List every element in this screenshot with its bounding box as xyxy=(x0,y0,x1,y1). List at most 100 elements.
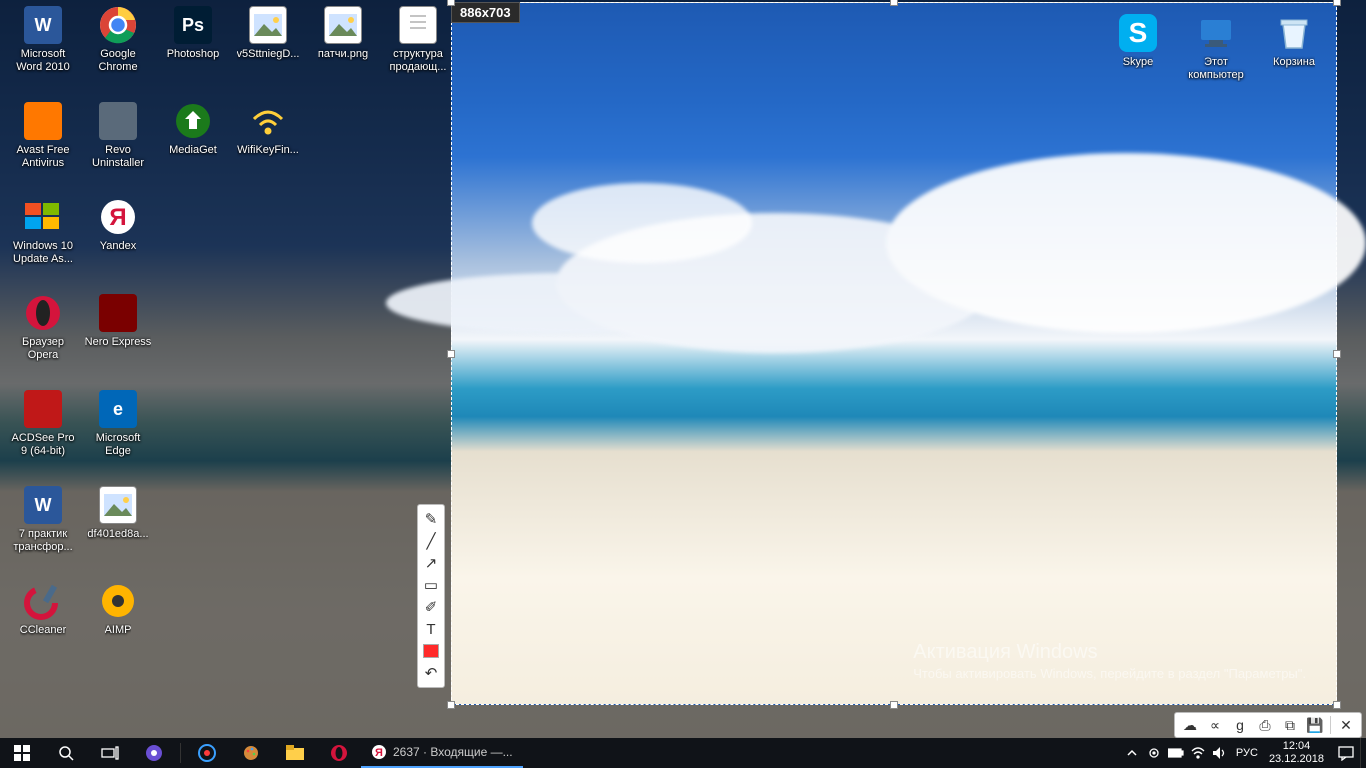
desktop-icon[interactable]: WifiKeyFin... xyxy=(231,100,305,157)
print-icon[interactable]: ⎙ xyxy=(1253,715,1277,735)
icon-label: Этот компьютер xyxy=(1180,56,1252,82)
taskbar-app-yandex[interactable] xyxy=(185,738,229,768)
icon-label: Браузер Opera xyxy=(7,336,79,362)
screenshot-action-bar: ☁∝g⎙⧉💾 ✕ xyxy=(1174,712,1362,738)
icon-label: патчи.png xyxy=(318,48,368,61)
taskbar-app-opera[interactable] xyxy=(317,738,361,768)
desktop-icon[interactable]: Nero Express xyxy=(81,292,155,349)
color-swatch[interactable] xyxy=(419,640,443,662)
close-icon[interactable]: ✕ xyxy=(1334,715,1358,735)
desktop-icon[interactable]: структура продающ... xyxy=(381,4,455,74)
icon-label: MediaGet xyxy=(169,144,217,157)
app-icon xyxy=(247,4,289,46)
app-icon xyxy=(97,100,139,142)
undo-icon[interactable]: ↶ xyxy=(419,662,443,684)
taskbar-app-browser-active[interactable]: Я 2637 · Входящие —... xyxy=(361,738,523,768)
desktop-icon[interactable]: Avast Free Antivirus xyxy=(6,100,80,170)
icon-label: 7 практик трансфор... xyxy=(7,528,79,554)
arrow-tool-icon[interactable]: ↗ xyxy=(419,552,443,574)
desktop-icon[interactable]: Я Yandex xyxy=(81,196,155,253)
desktop-icon[interactable]: Браузер Opera xyxy=(6,292,80,362)
app-icon: e xyxy=(97,388,139,430)
desktop-icon[interactable]: Google Chrome xyxy=(81,4,155,74)
icon-label: Windows 10 Update As... xyxy=(7,240,79,266)
desktop-icon[interactable]: Этот компьютер xyxy=(1178,12,1254,82)
resize-handle[interactable] xyxy=(890,0,898,6)
icon-label: Photoshop xyxy=(167,48,220,61)
desktop-icon[interactable]: патчи.png xyxy=(306,4,380,61)
app-icon: W xyxy=(22,4,64,46)
app-icon xyxy=(322,4,364,46)
rect-tool-icon[interactable]: ▭ xyxy=(419,574,443,596)
resize-handle[interactable] xyxy=(447,0,455,6)
desktop-icon[interactable]: AIMP xyxy=(81,580,155,637)
desktop-icon[interactable]: ACDSee Pro 9 (64-bit) xyxy=(6,388,80,458)
app-icon xyxy=(22,580,64,622)
resize-handle[interactable] xyxy=(1333,350,1341,358)
tray-wifi-icon[interactable] xyxy=(1187,738,1209,768)
tray-language-icon[interactable]: РУС xyxy=(1231,738,1263,768)
taskbar-app-explorer[interactable] xyxy=(273,738,317,768)
tray-chevron-icon[interactable] xyxy=(1121,738,1143,768)
taskbar-separator xyxy=(180,743,181,763)
desktop-icon[interactable]: Windows 10 Update As... xyxy=(6,196,80,266)
action-center-button[interactable] xyxy=(1332,738,1360,768)
desktop-icon[interactable]: CCleaner xyxy=(6,580,80,637)
icon-label: v5SttniegD... xyxy=(237,48,300,61)
app-icon xyxy=(247,100,289,142)
app-icon xyxy=(97,484,139,526)
screenshot-selection[interactable]: 886x703 Активация Windows Чтобы активиро… xyxy=(451,2,1337,705)
search-button[interactable] xyxy=(44,738,88,768)
taskbar-app-paint[interactable] xyxy=(229,738,273,768)
app-icon xyxy=(22,292,64,334)
app-icon xyxy=(97,4,139,46)
screenshot-tool-toolbar: ✎╱↗▭✐T ↶ xyxy=(417,504,445,688)
desktop-icon[interactable]: Revo Uninstaller xyxy=(81,100,155,170)
svg-text:S: S xyxy=(1129,17,1148,48)
desktop-icon[interactable]: S Skype xyxy=(1100,12,1176,69)
task-view-button[interactable] xyxy=(88,738,132,768)
save-icon[interactable]: 💾 xyxy=(1303,715,1327,735)
tray-location-icon[interactable] xyxy=(1143,738,1165,768)
desktop-icon[interactable]: MediaGet xyxy=(156,100,230,157)
icon-label: Skype xyxy=(1123,56,1154,69)
marker-tool-icon[interactable]: ✐ xyxy=(419,596,443,618)
svg-text:Я: Я xyxy=(109,204,126,231)
upload-cloud-icon[interactable]: ☁ xyxy=(1178,715,1202,735)
app-icon: Я xyxy=(97,196,139,238)
desktop-icon[interactable]: Ps Photoshop xyxy=(156,4,230,61)
tray-volume-icon[interactable] xyxy=(1209,738,1231,768)
text-tool-icon[interactable]: T xyxy=(419,618,443,640)
app-icon: W xyxy=(22,484,64,526)
windows-activation-watermark: Активация Windows Чтобы активировать Win… xyxy=(913,641,1306,682)
start-button[interactable] xyxy=(0,738,44,768)
resize-handle[interactable] xyxy=(1333,701,1341,709)
icon-label: Microsoft Edge xyxy=(82,432,154,458)
activation-text: Чтобы активировать Windows, перейдите в … xyxy=(913,666,1306,682)
clock-date: 23.12.2018 xyxy=(1269,753,1324,766)
app-icon xyxy=(22,100,64,142)
desktop-icon[interactable]: v5SttniegD... xyxy=(231,4,305,61)
tray-battery-icon[interactable] xyxy=(1165,738,1187,768)
resize-handle[interactable] xyxy=(890,701,898,709)
cortana-button[interactable] xyxy=(132,738,176,768)
desktop-icon[interactable]: df401ed8a... xyxy=(81,484,155,541)
share-icon[interactable]: ∝ xyxy=(1203,715,1227,735)
selection-dimensions: 886x703 xyxy=(451,2,520,23)
icon-label: CCleaner xyxy=(20,624,66,637)
icon-label: WifiKeyFin... xyxy=(237,144,299,157)
show-desktop-button[interactable] xyxy=(1360,738,1366,768)
desktop-icon[interactable]: e Microsoft Edge xyxy=(81,388,155,458)
desktop-icon[interactable]: W Microsoft Word 2010 xyxy=(6,4,80,74)
pencil-tool-icon[interactable]: ✎ xyxy=(419,508,443,530)
resize-handle[interactable] xyxy=(447,701,455,709)
desktop-icon[interactable]: Корзина xyxy=(1256,12,1332,69)
resize-handle[interactable] xyxy=(447,350,455,358)
copy-icon[interactable]: ⧉ xyxy=(1278,715,1302,735)
google-search-icon[interactable]: g xyxy=(1228,715,1252,735)
taskbar-clock[interactable]: 12:04 23.12.2018 xyxy=(1263,740,1332,766)
resize-handle[interactable] xyxy=(1333,0,1341,6)
desktop-icon[interactable]: W 7 практик трансфор... xyxy=(6,484,80,554)
line-tool-icon[interactable]: ╱ xyxy=(419,530,443,552)
app-icon xyxy=(97,292,139,334)
